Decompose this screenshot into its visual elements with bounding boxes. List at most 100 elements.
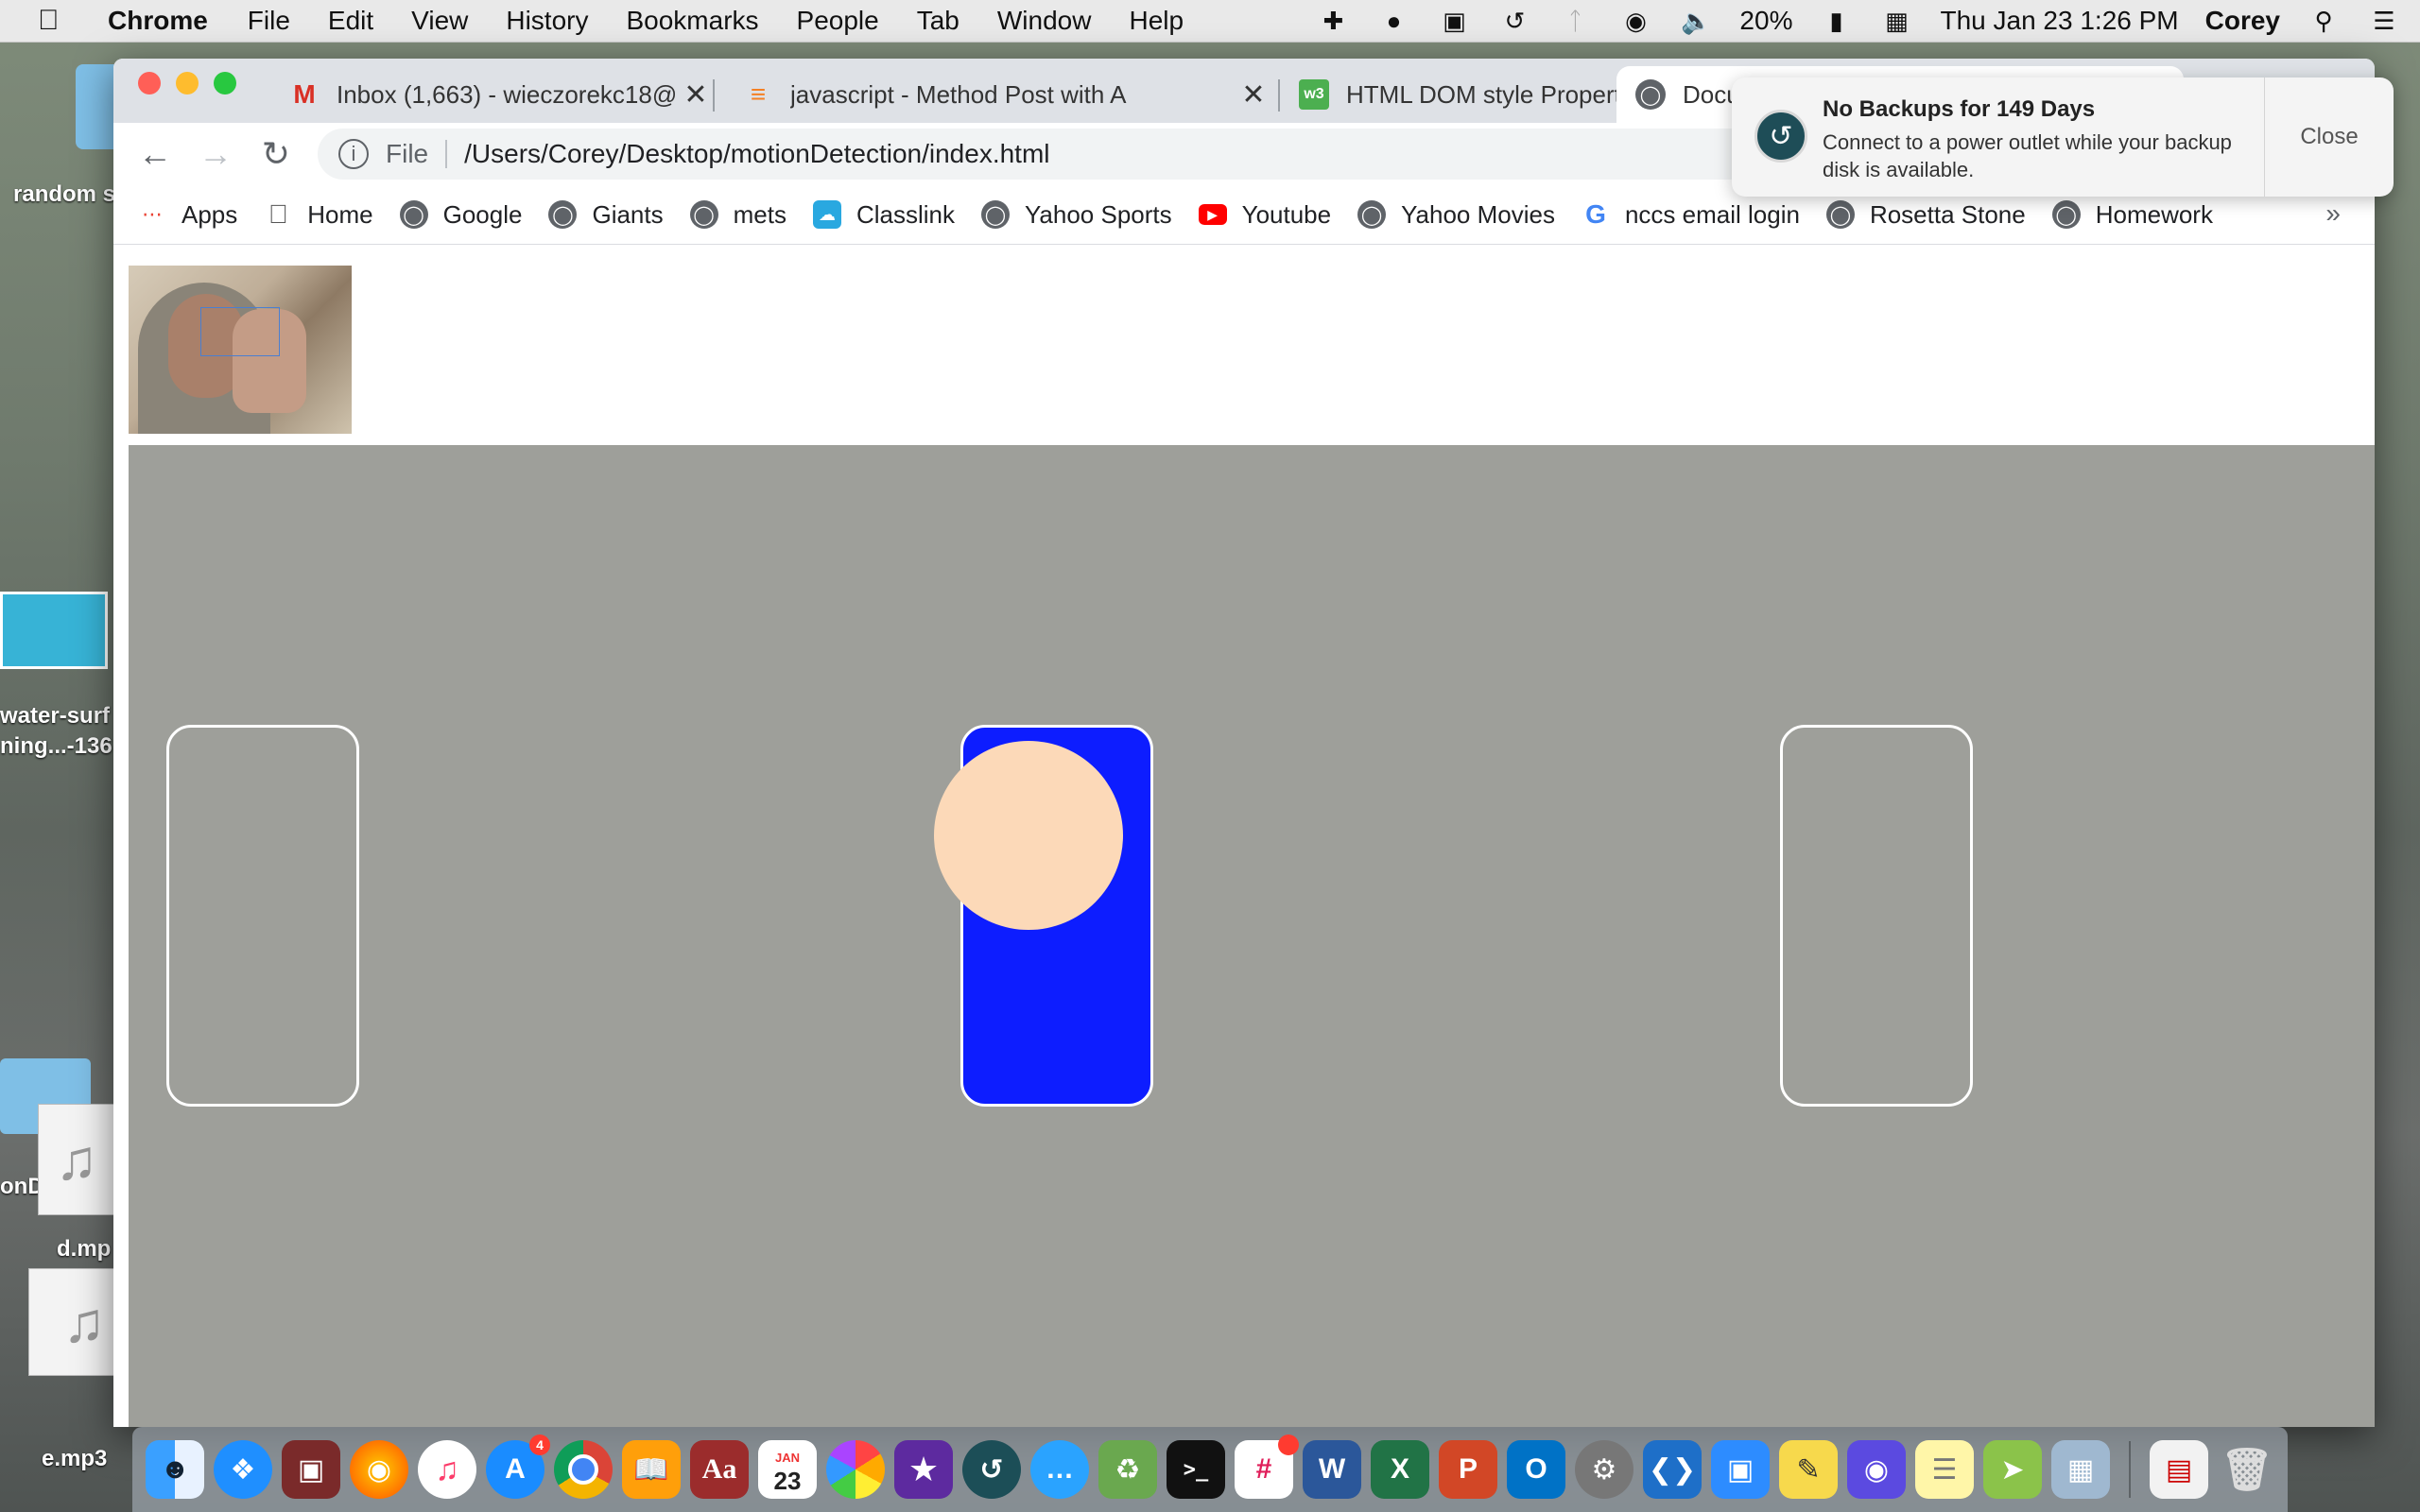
- url-text[interactable]: /Users/Corey/Desktop/motionDetection/ind…: [464, 139, 1049, 169]
- menu-app-name[interactable]: Chrome: [108, 6, 208, 36]
- menu-people[interactable]: People: [797, 6, 879, 36]
- outlook-icon[interactable]: O: [1507, 1440, 1565, 1499]
- bookmark-label: Rosetta Stone: [1869, 199, 2026, 229]
- keyboard-viewer-icon[interactable]: ▦: [1879, 7, 1913, 35]
- close-tab-icon[interactable]: ✕: [677, 78, 715, 112]
- bookmark-mets[interactable]: ◯ mets: [689, 200, 786, 230]
- page-content: [113, 245, 2375, 1427]
- zoom-camera-icon[interactable]: ▣: [1711, 1440, 1770, 1499]
- firefox-icon[interactable]: ◉: [350, 1440, 408, 1499]
- shield-s-icon[interactable]: ▣: [1437, 7, 1471, 35]
- preview-icon[interactable]: ▦: [2051, 1440, 2110, 1499]
- bookmarks-overflow-button[interactable]: »: [2325, 198, 2341, 229]
- backup-notification[interactable]: ↺ No Backups for 149 Days Connect to a p…: [1732, 77, 2394, 197]
- desktop-label-water-2[interactable]: ning...-136: [0, 733, 112, 760]
- address-bar[interactable]: i File /Users/Corey/Desktop/motionDetect…: [318, 129, 1811, 180]
- desktop-label-dmp[interactable]: d.mp: [57, 1236, 111, 1263]
- desktop-label-emp3[interactable]: e.mp3: [42, 1446, 107, 1472]
- menu-view[interactable]: View: [411, 6, 468, 36]
- desktop-label-random[interactable]: random s: [13, 181, 115, 208]
- excel-icon[interactable]: X: [1371, 1440, 1429, 1499]
- forward-arrow-icon[interactable]: →: [185, 126, 246, 182]
- recycle-app-icon[interactable]: ♻: [1098, 1440, 1157, 1499]
- slack-icon[interactable]: #: [1235, 1435, 1299, 1499]
- bookmark-google[interactable]: ◯ Google: [399, 200, 522, 230]
- bookmark-rosetta-stone[interactable]: ◯ Rosetta Stone: [1825, 199, 2026, 230]
- spotlight-search-icon[interactable]: ⚲: [2307, 7, 2341, 35]
- music-file-icon[interactable]: ♫: [38, 1104, 115, 1215]
- menu-edit[interactable]: Edit: [328, 6, 373, 36]
- wifi-icon[interactable]: ◉: [1618, 7, 1652, 35]
- messages-icon[interactable]: …: [1030, 1440, 1089, 1499]
- bookmark-apps[interactable]: ⋯ Apps: [138, 200, 237, 230]
- system-preferences-gear-icon[interactable]: ⚙: [1575, 1440, 1634, 1499]
- bookmark-yahoo-movies[interactable]: ◯ Yahoo Movies: [1357, 200, 1555, 230]
- desktop-image-thumbnail[interactable]: [0, 592, 108, 669]
- music-game-app-icon[interactable]: ◉: [1847, 1440, 1906, 1499]
- slack-badge-dot: [1278, 1435, 1299, 1455]
- zoom-window-button[interactable]: [214, 72, 236, 94]
- vscode-icon[interactable]: ❮❯: [1643, 1440, 1702, 1499]
- dictionary-icon[interactable]: Aa: [690, 1440, 749, 1499]
- menu-help[interactable]: Help: [1129, 6, 1184, 36]
- terminal-icon[interactable]: >_: [1167, 1440, 1225, 1499]
- bookmark-home[interactable]:  Home: [264, 199, 373, 230]
- notes-icon[interactable]: ☰: [1915, 1440, 1974, 1499]
- plus-cross-icon[interactable]: ✚: [1316, 7, 1350, 35]
- battery-charging-icon[interactable]: ▮: [1819, 7, 1853, 35]
- globe-icon: ◯: [981, 200, 1010, 229]
- youtube-icon: ▶: [1198, 204, 1227, 225]
- close-window-button[interactable]: [138, 72, 161, 94]
- menu-window[interactable]: Window: [997, 6, 1092, 36]
- close-tab-icon[interactable]: ✕: [1235, 78, 1272, 112]
- reload-icon[interactable]: ↻: [246, 126, 306, 182]
- app-store-icon[interactable]: A4: [486, 1435, 550, 1499]
- notification-close-button[interactable]: Close: [2264, 77, 2394, 197]
- safari-icon[interactable]: ❖: [214, 1440, 272, 1499]
- webcam-video-feed: [129, 266, 352, 434]
- desktop-label-water[interactable]: water-surf: [0, 703, 110, 730]
- photos-icon[interactable]: [826, 1440, 885, 1499]
- menu-bookmarks[interactable]: Bookmarks: [626, 6, 758, 36]
- trash-icon[interactable]: 🗑: [2218, 1440, 2276, 1499]
- books-icon[interactable]: 📖: [622, 1440, 681, 1499]
- photo-booth-icon[interactable]: ▣: [282, 1440, 340, 1499]
- back-arrow-icon[interactable]: ←: [125, 126, 185, 182]
- game-canvas[interactable]: [129, 445, 2375, 1427]
- bluetooth-icon[interactable]: ᛏ: [1558, 7, 1592, 35]
- bookmark-youtube[interactable]: ▶ Youtube: [1198, 200, 1331, 230]
- notification-center-icon[interactable]: ☰: [2367, 7, 2401, 35]
- notification-title: No Backups for 149 Days: [1823, 96, 2096, 122]
- menu-tab[interactable]: Tab: [917, 6, 959, 36]
- minimize-window-button[interactable]: [176, 72, 199, 94]
- user-name[interactable]: Corey: [2205, 6, 2280, 36]
- menu-history[interactable]: History: [506, 6, 588, 36]
- bookmark-nccs-email[interactable]: G nccs email login: [1582, 199, 1800, 230]
- calendar-icon[interactable]: JAN 23: [758, 1440, 817, 1499]
- volume-icon[interactable]: 🔈: [1679, 7, 1713, 35]
- time-machine-dock-icon[interactable]: ↺: [962, 1440, 1021, 1499]
- time-machine-icon[interactable]: ↺: [1497, 7, 1531, 35]
- documents-stack-icon[interactable]: ▤: [2150, 1440, 2208, 1499]
- maps-icon[interactable]: ➤: [1983, 1440, 2042, 1499]
- bookmark-yahoo-sports[interactable]: ◯ Yahoo Sports: [981, 200, 1172, 230]
- word-icon[interactable]: W: [1303, 1440, 1361, 1499]
- bookmark-homework[interactable]: ◯ Homework: [2051, 200, 2213, 230]
- left-target-zone: [166, 725, 359, 1107]
- chrome-icon[interactable]: [554, 1440, 613, 1499]
- elephant-icon[interactable]: ●: [1376, 7, 1410, 35]
- tab-separator: [713, 79, 715, 112]
- apple-icon[interactable]: : [38, 5, 79, 37]
- powerpoint-icon[interactable]: P: [1439, 1440, 1497, 1499]
- bookmark-giants[interactable]: ◯ Giants: [548, 200, 664, 230]
- menu-file[interactable]: File: [248, 6, 290, 36]
- tab-gmail[interactable]: M Inbox (1,663) - wieczorekc18@ ✕: [270, 66, 715, 123]
- stickies-icon[interactable]: ✎: [1779, 1440, 1838, 1499]
- clock[interactable]: Thu Jan 23 1:26 PM: [1940, 6, 2178, 36]
- imovie-star-icon[interactable]: ★: [894, 1440, 953, 1499]
- bookmark-classlink[interactable]: ☁ Classlink: [812, 200, 955, 230]
- itunes-icon[interactable]: ♫: [418, 1440, 476, 1499]
- info-icon[interactable]: i: [338, 139, 369, 169]
- finder-icon[interactable]: ☻: [146, 1440, 204, 1499]
- bookmark-label: nccs email login: [1624, 199, 1800, 229]
